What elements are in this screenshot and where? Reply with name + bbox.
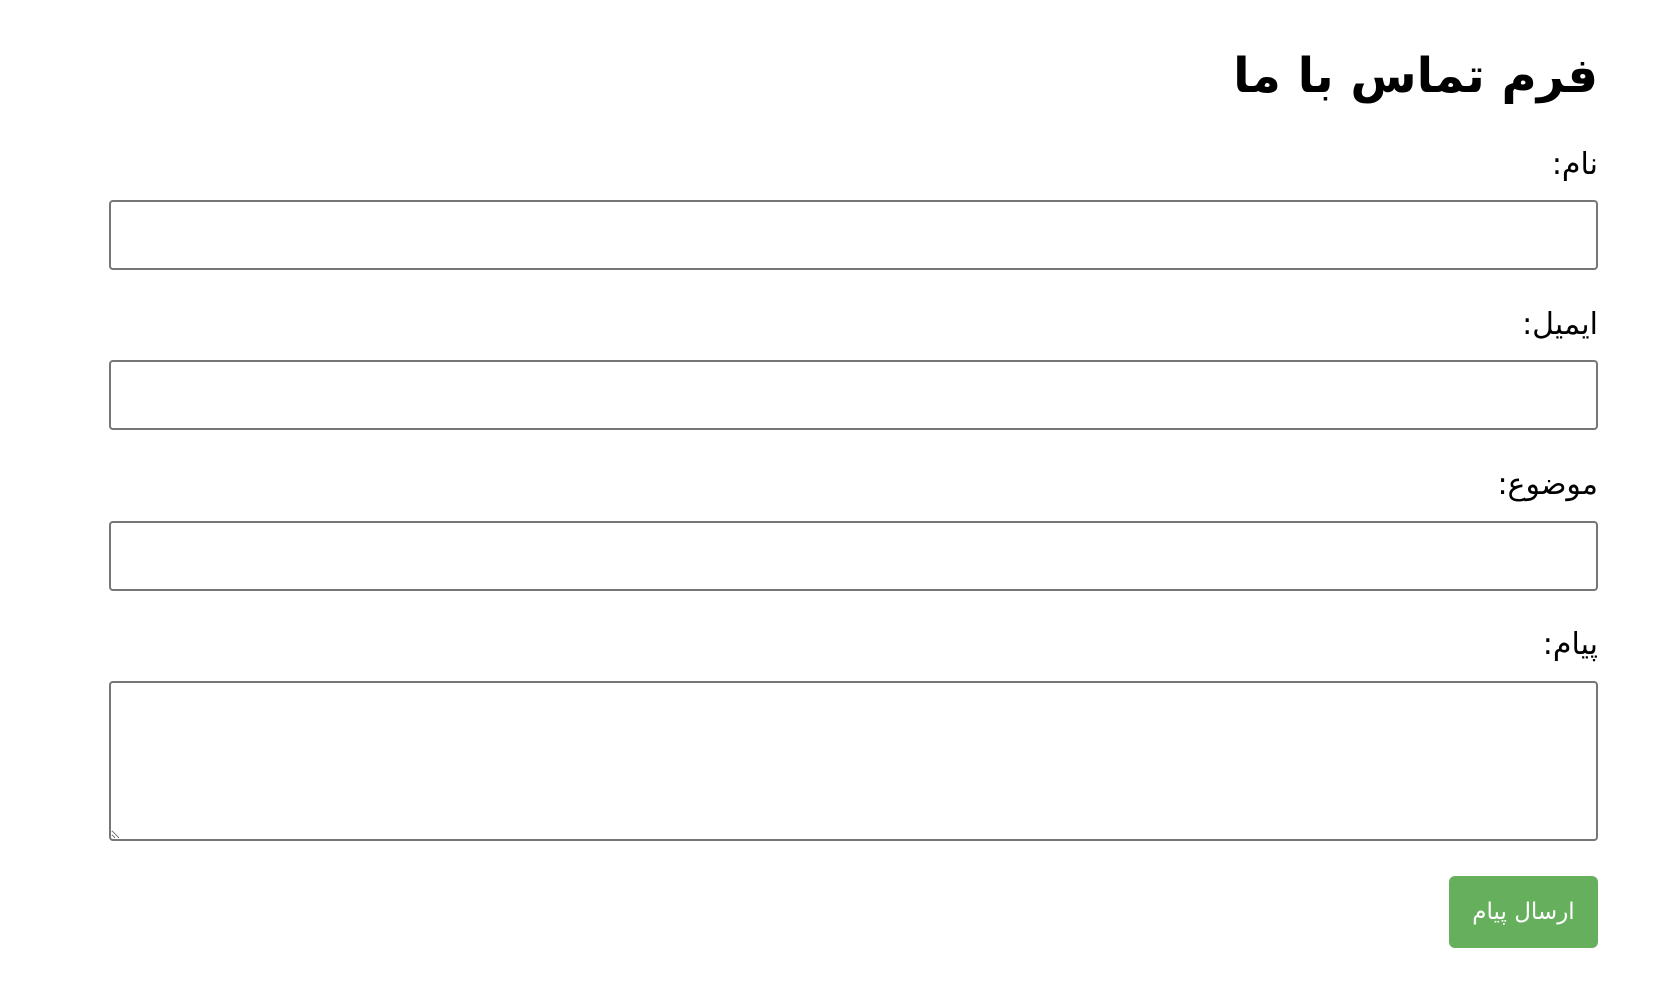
subject-input[interactable]: [109, 521, 1598, 591]
email-label: ایمیل:: [1522, 307, 1598, 342]
name-input[interactable]: [109, 200, 1598, 270]
submit-button[interactable]: ارسال پیام: [1449, 876, 1598, 948]
message-textarea[interactable]: [109, 681, 1598, 841]
form-title: فرم تماس با ما: [1233, 48, 1598, 104]
message-label: پیام:: [1542, 627, 1598, 662]
name-label: نام:: [1551, 147, 1598, 182]
subject-label: موضوع:: [1497, 467, 1598, 502]
email-input[interactable]: [109, 360, 1598, 430]
